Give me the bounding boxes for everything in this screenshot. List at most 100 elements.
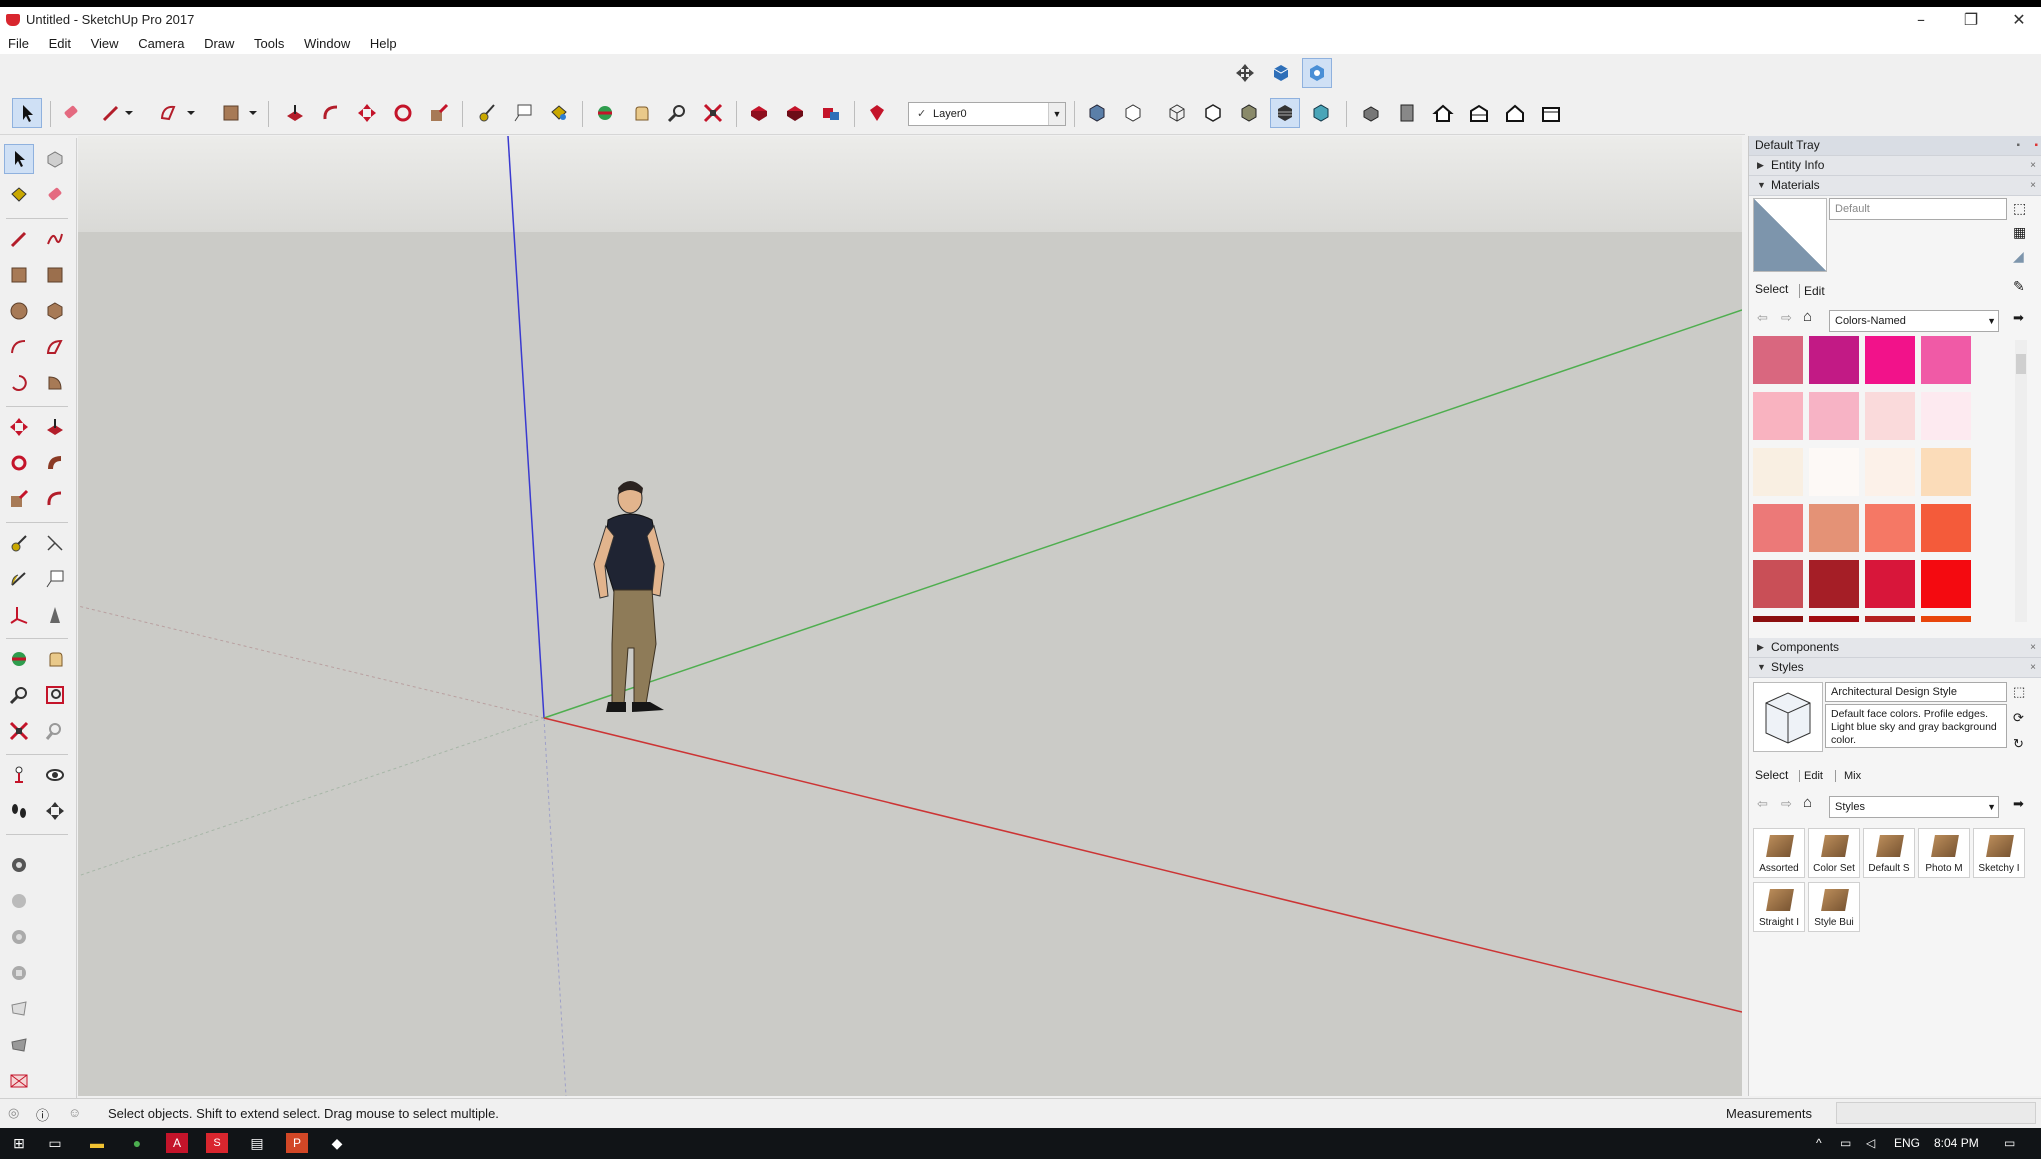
forward-arrow-icon[interactable]: ⇨ bbox=[1781, 796, 1792, 812]
styles-panel-header[interactable]: ▼ Styles × bbox=[1749, 658, 2041, 678]
select-tool-icon[interactable] bbox=[12, 98, 42, 128]
eraser-icon[interactable] bbox=[56, 98, 86, 128]
sketchup-taskbar-icon[interactable]: S bbox=[206, 1133, 228, 1153]
menu-tools[interactable]: Tools bbox=[246, 34, 292, 54]
create-style-icon[interactable]: ⬚ bbox=[2013, 684, 2025, 700]
scale-tool-icon[interactable] bbox=[4, 484, 34, 514]
close-icon[interactable]: × bbox=[2030, 156, 2036, 175]
stamp-icon[interactable] bbox=[4, 958, 34, 988]
dimension-tool-icon[interactable] bbox=[40, 528, 70, 558]
material-swatch[interactable] bbox=[1865, 392, 1915, 440]
measurements-input[interactable] bbox=[1836, 1102, 2036, 1124]
rotate-tool-icon[interactable] bbox=[4, 448, 34, 478]
materials-panel-header[interactable]: ▼ Materials × bbox=[1749, 176, 2041, 196]
freehand-icon[interactable] bbox=[40, 224, 70, 254]
zoom-extents-icon[interactable] bbox=[4, 716, 34, 746]
powerpoint-icon[interactable]: P bbox=[286, 1133, 308, 1153]
walk-icon[interactable] bbox=[4, 796, 34, 826]
style-name-field[interactable]: Architectural Design Style bbox=[1825, 682, 2007, 702]
chevron-up-icon[interactable]: ^ bbox=[1816, 1136, 1822, 1150]
close-icon[interactable]: ▪ bbox=[2034, 136, 2038, 155]
menu-camera[interactable]: Camera bbox=[130, 34, 192, 54]
flip-edge-icon[interactable] bbox=[4, 1066, 34, 1096]
two-point-arc-icon[interactable] bbox=[40, 332, 70, 362]
style-folder-style-builder[interactable]: Style Bui bbox=[1808, 882, 1860, 932]
paint-bucket-icon[interactable] bbox=[544, 98, 574, 128]
zoom-icon[interactable] bbox=[662, 98, 692, 128]
three-point-arc-icon[interactable] bbox=[4, 368, 34, 398]
drawing-viewport[interactable] bbox=[78, 136, 1742, 1096]
3d-warehouse-icon[interactable] bbox=[1266, 58, 1296, 88]
close-icon[interactable]: × bbox=[2030, 658, 2036, 677]
material-swatch[interactable] bbox=[1865, 336, 1915, 384]
styles-tab-edit[interactable]: Edit bbox=[1799, 770, 1823, 782]
chevron-down-icon[interactable]: ▼ bbox=[1048, 103, 1065, 125]
drape-icon[interactable] bbox=[4, 994, 34, 1024]
extension-warehouse-icon[interactable] bbox=[1302, 58, 1332, 88]
styles-tab-mix[interactable]: Mix bbox=[1835, 770, 1861, 782]
sketchup-layout-icon[interactable]: ◆ bbox=[326, 1133, 348, 1153]
network-icon[interactable]: ▭ bbox=[1840, 1136, 1851, 1150]
material-swatch[interactable] bbox=[1921, 616, 1971, 622]
material-swatch[interactable] bbox=[1921, 336, 1971, 384]
scale-tool-icon[interactable] bbox=[424, 98, 454, 128]
restore-button[interactable]: ❐ bbox=[1948, 9, 1994, 33]
details-arrow-icon[interactable]: ➡ bbox=[2013, 796, 2024, 812]
home-icon[interactable]: ⌂ bbox=[1803, 794, 1812, 811]
components-panel-header[interactable]: ▶ Components × bbox=[1749, 638, 2041, 658]
update-style-icon[interactable]: ⟳ bbox=[2013, 710, 2024, 726]
materials-tab-edit[interactable]: Edit bbox=[1799, 284, 1825, 298]
move-tool-icon[interactable] bbox=[4, 412, 34, 442]
windows-start-icon[interactable]: ⊞ bbox=[8, 1133, 30, 1153]
material-swatch[interactable] bbox=[1809, 392, 1859, 440]
close-icon[interactable]: × bbox=[2030, 176, 2036, 195]
material-swatch[interactable] bbox=[1753, 448, 1803, 496]
rotate-tool-icon[interactable] bbox=[388, 98, 418, 128]
style-folder-assorted[interactable]: Assorted bbox=[1753, 828, 1805, 878]
material-swatch[interactable] bbox=[1921, 504, 1971, 552]
rectangle-tool-icon[interactable] bbox=[4, 260, 34, 290]
materials-library-dropdown[interactable]: Colors-Named ▼ bbox=[1829, 310, 1999, 332]
make-component-icon[interactable] bbox=[40, 144, 70, 174]
close-button[interactable]: ✕ bbox=[1996, 9, 2041, 33]
chevron-down-icon[interactable]: ▼ bbox=[1987, 797, 1996, 817]
menu-edit[interactable]: Edit bbox=[41, 34, 79, 54]
material-swatch[interactable] bbox=[1865, 448, 1915, 496]
volume-icon[interactable]: ◁ bbox=[1866, 1136, 1875, 1150]
material-swatch[interactable] bbox=[1809, 448, 1859, 496]
share-component-icon[interactable] bbox=[816, 98, 846, 128]
arc-tool-icon[interactable] bbox=[4, 332, 34, 362]
close-icon[interactable]: × bbox=[2030, 638, 2036, 657]
chevron-down-icon[interactable] bbox=[246, 98, 260, 128]
entity-info-panel-header[interactable]: ▶ Entity Info × bbox=[1749, 156, 2041, 176]
look-around-icon[interactable] bbox=[40, 760, 70, 790]
zoom-icon[interactable] bbox=[4, 680, 34, 710]
material-swatch[interactable] bbox=[1865, 504, 1915, 552]
menu-help[interactable]: Help bbox=[362, 34, 405, 54]
left-view-icon[interactable] bbox=[1536, 98, 1566, 128]
material-swatch[interactable] bbox=[1921, 448, 1971, 496]
move-tool-icon[interactable] bbox=[352, 98, 382, 128]
top-view-icon[interactable] bbox=[1392, 98, 1422, 128]
material-swatch[interactable] bbox=[1753, 336, 1803, 384]
material-swatch[interactable] bbox=[1809, 504, 1859, 552]
chevron-down-icon[interactable] bbox=[122, 98, 136, 128]
offset-icon[interactable] bbox=[316, 98, 346, 128]
back-arrow-icon[interactable]: ⇦ bbox=[1757, 796, 1768, 812]
minimize-button[interactable]: – bbox=[1898, 9, 1944, 33]
scale-figure[interactable] bbox=[593, 481, 665, 712]
rotated-rectangle-icon[interactable] bbox=[40, 260, 70, 290]
task-view-icon[interactable]: ▭ bbox=[44, 1133, 66, 1153]
offset-icon[interactable] bbox=[40, 484, 70, 514]
details-arrow-icon[interactable]: ➡ bbox=[2013, 310, 2024, 326]
material-swatch[interactable] bbox=[1753, 560, 1803, 608]
share-model-icon[interactable] bbox=[780, 98, 810, 128]
orbit-icon[interactable] bbox=[590, 98, 620, 128]
3d-warehouse-get-models-icon[interactable] bbox=[744, 98, 774, 128]
material-name-field[interactable]: Default bbox=[1829, 198, 2007, 220]
chrome-icon[interactable]: ● bbox=[126, 1133, 148, 1153]
style-folder-straight[interactable]: Straight I bbox=[1753, 882, 1805, 932]
eraser-icon[interactable] bbox=[40, 180, 70, 210]
chevron-down-icon[interactable]: ▼ bbox=[1987, 311, 1996, 331]
calculator-icon[interactable]: ▤ bbox=[246, 1133, 268, 1153]
